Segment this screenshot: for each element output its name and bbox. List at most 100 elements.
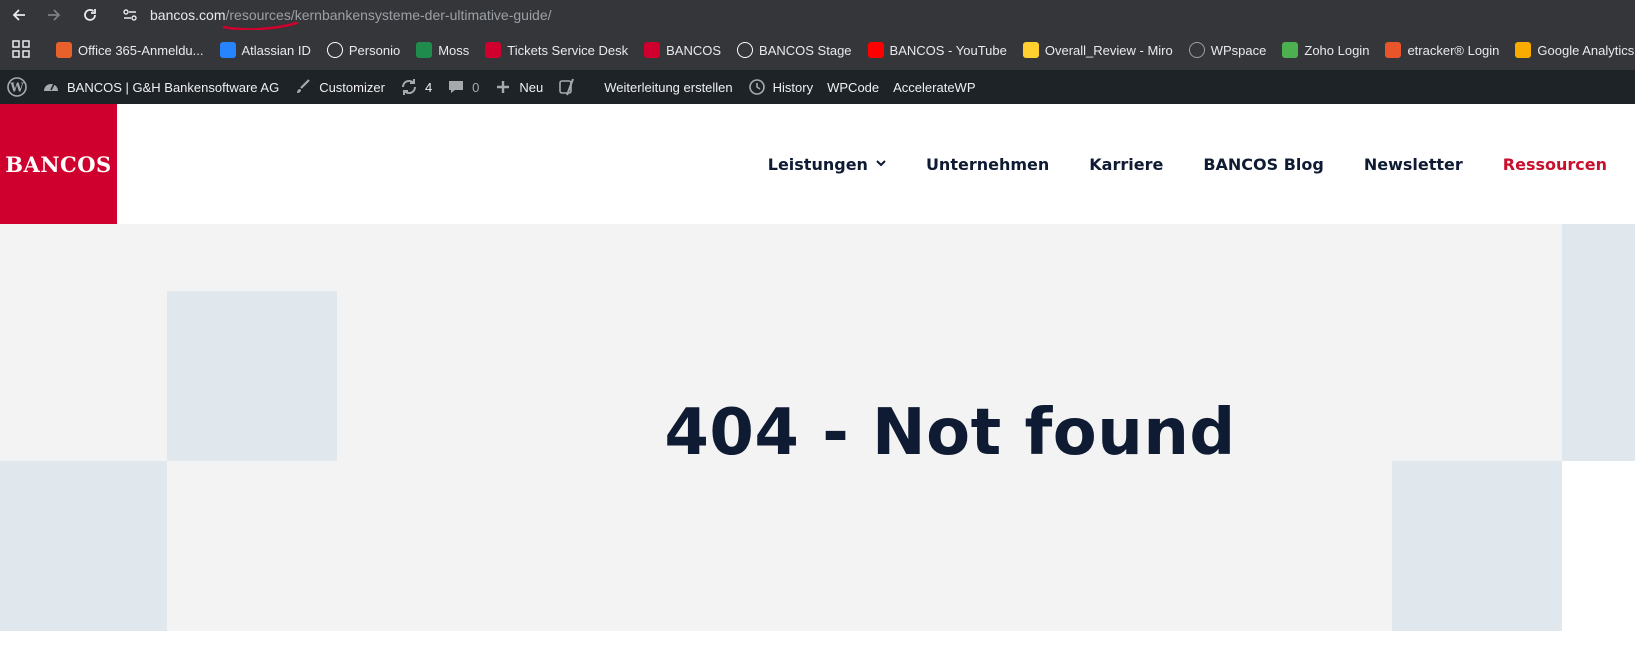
decor-tile — [1562, 224, 1635, 291]
updates-count: 4 — [424, 79, 433, 95]
address-bar[interactable]: bancos.com/resources/kernbankensysteme-d… — [118, 3, 1618, 27]
atlassian-icon — [219, 42, 236, 58]
comment-bubble-icon — [446, 77, 466, 97]
main-navigation: Leistungen Unternehmen Karriere BANCOS Blog… — [768, 104, 1607, 224]
bookmark-item[interactable]: etracker® Login — [1385, 42, 1499, 58]
bookmark-label: WPspace — [1210, 42, 1267, 58]
bookmark-item[interactable]: Zoho Login — [1282, 42, 1369, 58]
page-title: 404 - Not found — [664, 396, 1236, 470]
bookmark-label: Overall_Review - Miro — [1044, 42, 1173, 58]
bookmark-label: etracker® Login — [1407, 42, 1500, 58]
acceleratewp-label: AccelerateWP — [893, 79, 976, 95]
bookmark-item[interactable]: BANCOS - YouTube — [867, 42, 1007, 58]
bookmark-label: Personio — [348, 42, 401, 58]
history-link[interactable]: History — [740, 70, 820, 104]
wordpress-logo-icon[interactable]: W — [0, 70, 34, 104]
bookmark-item[interactable]: Personio — [326, 42, 401, 58]
bookmark-item[interactable]: BANCOS Stage — [737, 42, 852, 58]
bookmark-item[interactable]: Moss — [416, 42, 469, 58]
comments-count: 0 — [472, 79, 480, 95]
svg-text:W: W — [9, 81, 24, 95]
bookmark-label: Zoho Login — [1304, 42, 1370, 58]
bookmark-label: BANCOS — [666, 42, 722, 58]
reload-icon[interactable] — [79, 4, 101, 26]
wordpress-icon — [737, 42, 754, 58]
admin-site-name[interactable]: BANCOS | G&H Bankensoftware AG — [34, 70, 286, 104]
wp-icon — [1188, 42, 1205, 58]
page-footer-space — [0, 631, 1635, 670]
comments-link[interactable]: 0 — [439, 70, 486, 104]
analytics-icon — [1515, 42, 1532, 58]
bancos-logo[interactable]: BANCOS — [0, 104, 117, 224]
decor-tile-white — [1562, 461, 1635, 631]
wpcode-link[interactable]: WPCode — [820, 70, 886, 104]
bookmark-label: Atlassian ID — [241, 42, 311, 58]
nav-item-label: Leistungen — [767, 154, 868, 174]
brush-icon — [293, 77, 313, 97]
forward-arrow-icon[interactable] — [43, 4, 65, 26]
acceleratewp-link[interactable]: AccelerateWP — [886, 70, 982, 104]
bookmark-item[interactable]: Tickets Service Desk — [485, 42, 628, 58]
zoho-icon — [1282, 42, 1299, 58]
nav-item-label: Newsletter — [1363, 154, 1463, 174]
office-icon — [56, 42, 72, 58]
updates-refresh-icon — [399, 77, 419, 97]
yoast-icon — [557, 77, 577, 97]
customizer-label: Customizer — [319, 79, 385, 95]
site-info-icon[interactable] — [118, 3, 142, 27]
site-header: BANCOS Leistungen Unternehmen Karriere BANC… — [0, 104, 1635, 224]
nav-item-leistungen[interactable]: Leistungen — [768, 155, 886, 174]
apps-grid-icon[interactable] — [12, 40, 30, 60]
main-content: 404 - Not found — [0, 224, 1635, 631]
logo-text: BANCOS — [5, 151, 112, 177]
nav-item-label: Ressourcen — [1502, 154, 1607, 174]
back-arrow-icon[interactable] — [8, 4, 30, 26]
new-content-link[interactable]: Neu — [486, 70, 550, 104]
nav-item-label: Karriere — [1089, 154, 1164, 174]
new-label: Neu — [519, 79, 544, 95]
bookmark-item[interactable]: Overall_Review - Miro — [1022, 42, 1173, 58]
bookmark-item[interactable]: BANCOS — [644, 42, 721, 58]
bancos-b-icon — [644, 42, 661, 58]
url-host: bancos.com — [150, 7, 226, 23]
bookmark-label: Moss — [438, 42, 470, 58]
updates-link[interactable]: 4 — [392, 70, 439, 104]
nav-item-unternehmen[interactable]: Unternehmen — [926, 155, 1049, 174]
wp-admin-bar: W BANCOS | G&H Bankensoftware AG Customi… — [0, 70, 1635, 104]
history-label: History — [772, 79, 814, 95]
bookmark-item[interactable]: Office 365-Anmeldu... — [56, 42, 204, 58]
bookmark-label: BANCOS - YouTube — [889, 42, 1007, 58]
history-clock-icon — [747, 77, 767, 97]
nav-item-karriere[interactable]: Karriere — [1089, 155, 1163, 174]
plus-icon — [493, 77, 513, 97]
bookmark-label: Tickets Service Desk — [507, 42, 629, 58]
decor-tile — [1392, 461, 1562, 631]
admin-site-name-label: BANCOS | G&H Bankensoftware AG — [67, 79, 280, 95]
nav-item-bancos-blog[interactable]: BANCOS Blog — [1203, 155, 1324, 174]
yoast-seo-link[interactable] — [550, 70, 590, 104]
bancos-icon — [485, 42, 502, 58]
bookmarks-bar: Office 365-Anmeldu... Atlassian ID Personi… — [0, 30, 1635, 70]
bookmark-label: BANCOS Stage — [759, 42, 852, 58]
redirect-link[interactable]: Weiterleitung erstellen — [590, 70, 739, 104]
customizer-link[interactable]: Customizer — [286, 70, 392, 104]
moss-icon — [416, 42, 433, 58]
bookmark-item[interactable]: Atlassian ID — [219, 42, 311, 58]
bookmark-label: Office 365-Anmeldu... — [78, 42, 204, 58]
decor-tile — [0, 461, 167, 631]
dashboard-gauge-icon — [41, 77, 61, 97]
nav-item-newsletter[interactable]: Newsletter — [1364, 155, 1463, 174]
miro-icon — [1022, 42, 1039, 58]
wpcode-label: WPCode — [827, 79, 880, 95]
bookmark-item[interactable]: Google Analytics — [1515, 42, 1634, 58]
youtube-icon — [867, 42, 884, 58]
bookmark-label: Google Analytics — [1537, 42, 1635, 58]
redirect-label: Weiterleitung erstellen — [604, 79, 733, 95]
nav-item-label: BANCOS Blog — [1203, 154, 1324, 174]
nav-item-ressourcen[interactable]: Ressourcen — [1503, 155, 1607, 174]
chevron-down-icon — [876, 159, 886, 170]
bookmark-item[interactable]: WPspace — [1188, 42, 1267, 58]
nav-item-label: Unternehmen — [925, 154, 1050, 174]
browser-toolbar: bancos.com/resources/kernbankensysteme-d… — [0, 0, 1635, 31]
etracker-icon — [1385, 42, 1402, 58]
